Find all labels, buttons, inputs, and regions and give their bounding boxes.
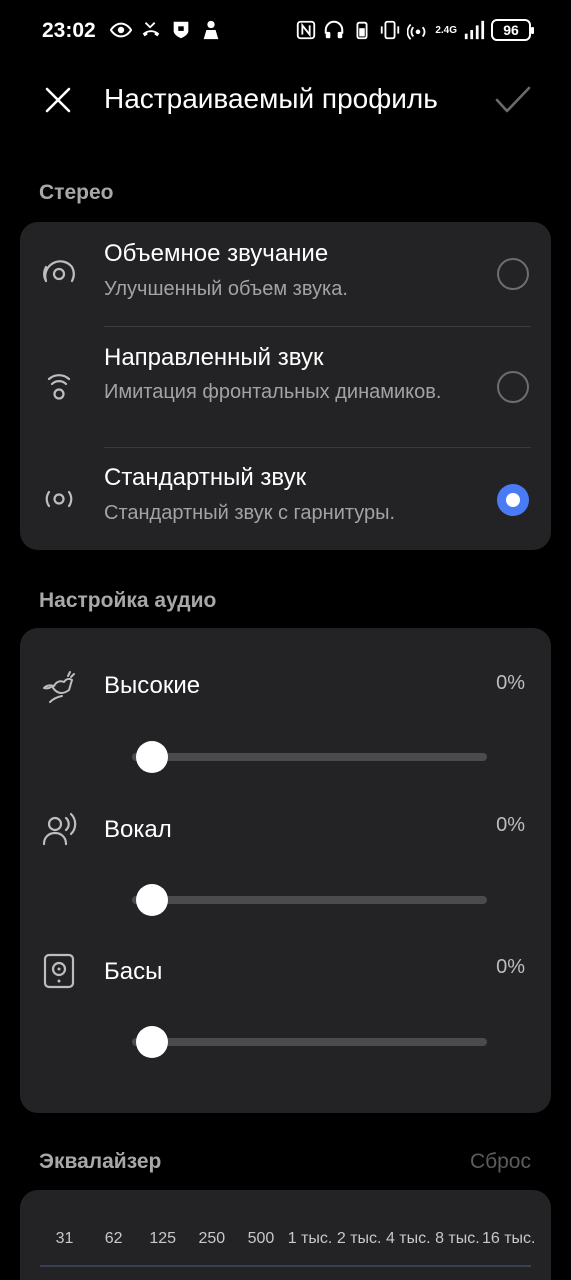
stereo-option-title: Объемное звучание: [104, 240, 329, 267]
equalizer-frequency-label: 250: [198, 1230, 226, 1247]
slider-label-treble: Высокие: [104, 672, 201, 699]
directional-sound-icon: [47, 374, 71, 400]
equalizer-baseline: [40, 1265, 531, 1267]
slider-value-bass: 0%: [496, 956, 525, 978]
incognito-icon: [203, 20, 219, 40]
hotspot-icon: [407, 23, 426, 40]
equalizer-frequency-label: 500: [247, 1230, 275, 1247]
headset-battery-icon: [356, 21, 368, 40]
nfc-icon: [297, 20, 316, 40]
stereo-option-directional[interactable]: Направленный звук Имитация фронтальных д…: [20, 327, 551, 447]
radio-button[interactable]: [497, 371, 529, 403]
voice-icon: [42, 812, 77, 846]
speaker-icon: [43, 953, 75, 989]
equalizer-section-title: Эквалайзер: [39, 1150, 162, 1173]
equalizer-frequency-label: 31: [55, 1230, 74, 1247]
shield-icon: [173, 21, 189, 39]
stereo-option-subtitle: Улучшенный объем звука.: [104, 278, 348, 300]
eye-icon: [110, 22, 132, 38]
audio-section-title: Настройка аудио: [39, 589, 217, 612]
audio-card: Высокие 0% Вокал 0% Басы 0%: [20, 628, 551, 1113]
bass-slider[interactable]: [132, 1026, 487, 1058]
stereo-option-subtitle: Имитация фронтальных динамиков.: [104, 381, 442, 403]
stereo-option-title: Стандартный звук: [104, 464, 307, 491]
status-right-icons: 2.4G 96: [295, 19, 534, 41]
stereo-option-standard[interactable]: Стандартный звук Стандартный звук с гарн…: [20, 448, 551, 550]
bird-icon: [43, 671, 75, 703]
status-time: 23:02: [42, 19, 96, 42]
missed-call-icon: [142, 22, 160, 37]
radio-button[interactable]: [497, 258, 529, 290]
reset-button[interactable]: Сброс: [470, 1150, 531, 1174]
vocal-slider[interactable]: [132, 884, 487, 916]
stereo-card: Объемное звучание Улучшенный объем звука…: [20, 222, 551, 550]
stereo-option-surround[interactable]: Объемное звучание Улучшенный объем звука…: [20, 222, 551, 326]
slider-thumb[interactable]: [136, 741, 168, 773]
status-bar: 23:02 2.4G 96: [0, 0, 571, 62]
slider-thumb[interactable]: [136, 884, 168, 916]
signal-icon: [464, 20, 485, 40]
equalizer-frequency-label: 16 тыс.: [481, 1230, 536, 1247]
equalizer-frequency-label: 62: [104, 1230, 123, 1247]
standard-sound-icon: [45, 490, 73, 508]
equalizer-frequency-label: 1 тыс.: [287, 1230, 333, 1247]
check-icon[interactable]: [493, 82, 533, 118]
battery-indicator: 96: [491, 19, 534, 41]
equalizer-frequency-label: 2 тыс.: [336, 1230, 382, 1247]
stereo-option-title: Направленный звук: [104, 344, 324, 371]
slider-label-bass: Басы: [104, 958, 163, 985]
equalizer-frequency-label: 125: [149, 1230, 177, 1247]
radio-button-selected[interactable]: [497, 484, 529, 516]
app-bar: Настраиваемый профиль: [0, 70, 571, 130]
surround-sound-icon: [43, 260, 75, 283]
close-icon[interactable]: [40, 82, 76, 118]
treble-slider[interactable]: [132, 741, 487, 773]
vibrate-icon: [381, 20, 400, 40]
equalizer-header: Эквалайзер Сброс: [39, 1150, 531, 1180]
stereo-section-title: Стерео: [39, 181, 114, 204]
slider-value-vocal: 0%: [496, 814, 525, 836]
headphones-icon: [325, 20, 344, 39]
slider-thumb[interactable]: [136, 1026, 168, 1058]
slider-label-vocal: Вокал: [104, 816, 172, 843]
status-left-icons: [110, 19, 222, 41]
equalizer-frequency-label: 4 тыс.: [385, 1230, 431, 1247]
equalizer-frequency-labels: 31 62 125 250 500 1 тыс. 2 тыс. 4 тыс. 8 тыс. 16 …: [40, 1230, 536, 1248]
stereo-option-subtitle: Стандартный звук с гарнитуры.: [104, 502, 396, 524]
page-title: Настраиваемый профиль: [104, 83, 438, 114]
slider-value-treble: 0%: [496, 672, 525, 694]
equalizer-frequency-label: 8 тыс.: [435, 1230, 480, 1247]
equalizer-card: 31 62 125 250 500 1 тыс. 2 тыс. 4 тыс. 8 тыс. 16 …: [20, 1190, 551, 1280]
network-type-label: 2.4G: [435, 24, 457, 36]
